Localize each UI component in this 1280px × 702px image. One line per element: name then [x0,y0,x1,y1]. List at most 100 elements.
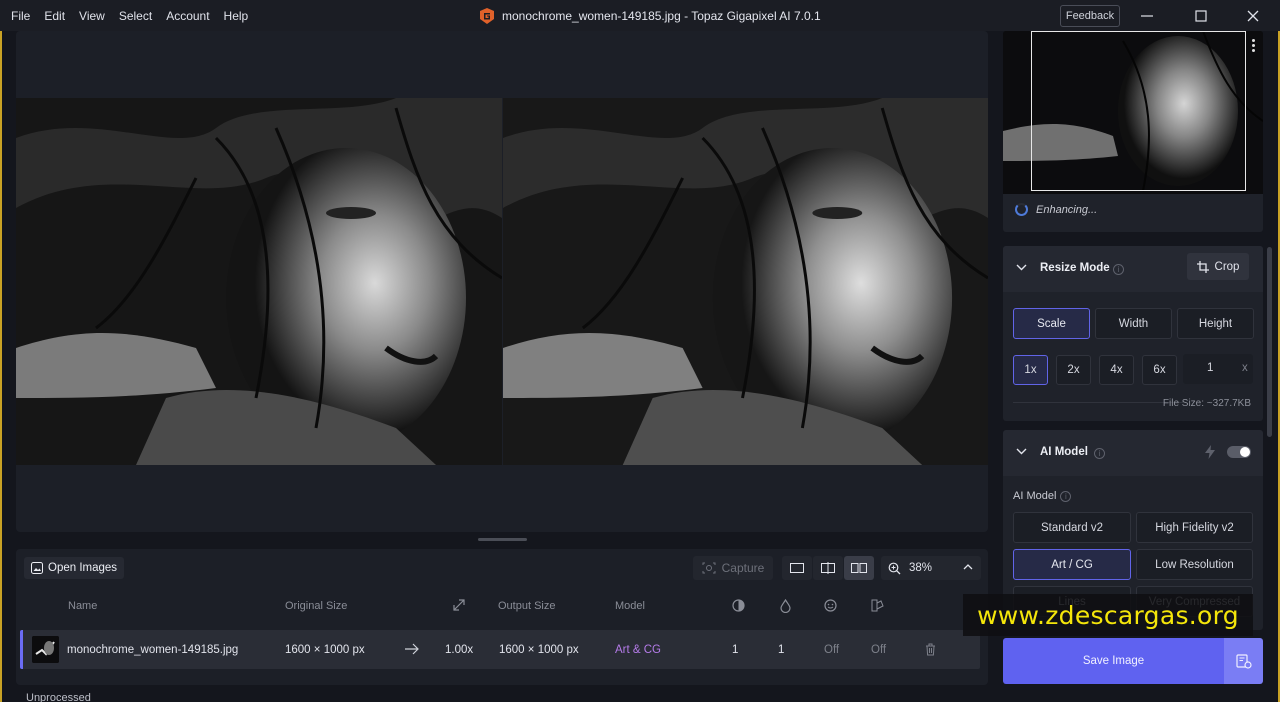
file-size-estimate: File Size: ~327.7KB [1162,398,1251,409]
model-low-resolution[interactable]: Low Resolution [1136,549,1253,580]
app-logo-icon [480,7,494,24]
minimize-button[interactable] [1124,0,1170,31]
split-view-icon [821,562,835,574]
chevron-down-icon[interactable] [1016,262,1027,273]
title-bar: File Edit View Select Account Help monoc… [0,0,1280,31]
capture-label: Capture [721,561,765,575]
mode-scale-button[interactable]: Scale [1013,308,1090,339]
split-view-button[interactable] [813,556,843,580]
panel-resize-handle[interactable] [478,538,527,541]
feedback-button[interactable]: Feedback [1060,5,1120,27]
ai-model-label: AI Model [1013,490,1057,502]
file-original-size: 1600 × 1000 px [285,643,365,656]
face-icon [824,599,837,612]
navigator-viewport-frame[interactable] [1031,31,1246,191]
camera-icon [702,562,716,574]
save-image-button[interactable]: Save Image [1003,638,1224,684]
info-icon[interactable]: i [1060,490,1072,502]
custom-scale-input[interactable]: 1 x [1183,354,1253,384]
crop-icon [1196,260,1209,273]
maximize-icon [1195,9,1207,22]
resize-mode-section: Resize Mode i Crop Scale Width Height 1x… [1003,246,1263,421]
model-high-fidelity-v2[interactable]: High Fidelity v2 [1136,512,1253,543]
enhancing-label: Enhancing... [1036,203,1098,216]
ai-model-title: AI Model [1040,446,1088,458]
sidebar-scrollbar[interactable] [1267,247,1272,437]
menu-account[interactable]: Account [159,9,216,23]
menu-bar: File Edit View Select Account Help [0,0,255,31]
file-output-size: 1600 × 1000 px [499,643,579,656]
window-title: monochrome_women-149185.jpg - Topaz Giga… [502,8,821,23]
capture-button[interactable]: Capture [693,556,773,580]
file-thumbnail [32,636,59,663]
denoise-icon [732,599,745,612]
preview-navigator[interactable]: Enhancing... [1003,31,1263,232]
custom-scale-value: 1 [1207,362,1214,374]
maximize-button[interactable] [1178,0,1224,31]
spinner-icon [1015,203,1028,216]
single-view-button[interactable] [782,556,812,580]
info-icon[interactable]: i [1113,264,1124,275]
window-title-area: monochrome_women-149185.jpg - Topaz Giga… [478,0,821,31]
status-text: Unprocessed [26,692,91,702]
info-icon[interactable]: i [1094,448,1105,459]
original-image [16,98,502,465]
menu-help[interactable]: Help [217,9,256,23]
mode-height-button[interactable]: Height [1177,308,1254,339]
ai-model-subheading: AI Model i [1013,490,1072,502]
color-icon [871,599,884,612]
crop-button[interactable]: Crop [1187,253,1249,280]
custom-scale-suffix: x [1242,362,1248,374]
single-view-icon [790,563,804,573]
chevron-up-icon[interactable] [963,560,973,574]
side-by-side-view-button[interactable] [844,556,874,580]
expand-icon [453,599,465,611]
model-standard-v2[interactable]: Standard v2 [1013,512,1131,543]
section-divider [1013,402,1183,403]
zoom-value: 38% [909,562,933,574]
minimize-icon [1141,14,1153,17]
file-color-value: Off [871,643,887,656]
more-options-icon[interactable] [1252,39,1255,52]
ai-model-header[interactable]: AI Model i [1003,430,1263,476]
resize-mode-header[interactable]: Resize Mode i Crop [1003,246,1263,292]
scale-2x-button[interactable]: 2x [1056,355,1091,385]
scale-1x-button[interactable]: 1x [1013,355,1048,385]
arrow-right-icon [405,643,419,655]
menu-edit[interactable]: Edit [37,9,72,23]
table-row[interactable]: monochrome_women-149185.jpg 1600 × 1000 … [20,630,980,669]
zoom-in-icon [888,562,901,574]
resize-mode-title: Resize Mode [1040,262,1110,274]
column-original-size: Original Size [285,600,348,612]
sharpen-drop-icon [780,599,791,613]
file-face-value: Off [824,643,840,656]
column-output-size: Output Size [498,600,556,612]
zoom-control[interactable]: 38% [881,556,981,580]
scale-4x-button[interactable]: 4x [1099,355,1134,385]
trash-icon[interactable] [925,643,936,656]
menu-file[interactable]: File [4,9,37,23]
menu-view[interactable]: View [72,9,112,23]
open-images-label: Open Images [48,562,118,574]
file-scale: 1.00x [445,643,474,656]
side-by-side-icon [851,563,867,573]
enhanced-image [503,98,988,465]
crop-label: Crop [1214,260,1240,273]
chevron-down-icon[interactable] [1016,446,1027,457]
open-images-button[interactable]: Open Images [24,557,125,579]
ai-model-toggle[interactable] [1227,446,1251,458]
menu-select[interactable]: Select [112,9,159,23]
close-button[interactable] [1230,0,1276,31]
file-panel: Open Images Capture 38% Name Original Si… [16,549,988,685]
column-model: Model [615,600,645,612]
file-sharpen-value: 1 [778,643,785,656]
model-art-cg[interactable]: Art / CG [1013,549,1131,580]
export-settings-button[interactable] [1224,638,1263,684]
scale-6x-button[interactable]: 6x [1142,355,1177,385]
mode-width-button[interactable]: Width [1095,308,1172,339]
window-edge-left [0,31,2,702]
file-model: Art & CG [615,643,662,656]
image-viewer[interactable] [16,31,988,532]
close-icon [1247,10,1259,21]
file-name: monochrome_women-149185.jpg [67,643,239,656]
